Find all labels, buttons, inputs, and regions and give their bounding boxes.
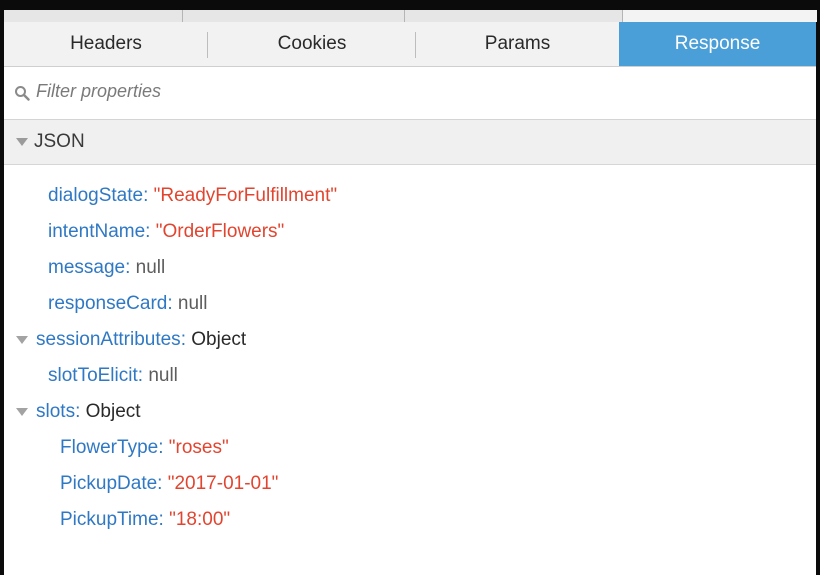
- tab-headers[interactable]: Headers: [4, 22, 208, 66]
- row-content: PickupTime: "18:00": [60, 509, 230, 531]
- tab-params[interactable]: Params: [416, 22, 619, 66]
- section-title: JSON: [34, 131, 85, 152]
- tab-label: Params: [484, 33, 551, 54]
- row-content: slotToElicit: null: [48, 365, 178, 387]
- strip-divider: [404, 10, 405, 22]
- property-value: null: [177, 293, 208, 314]
- property-key: intentName: [48, 221, 146, 242]
- row-content: slots: Object: [36, 401, 141, 423]
- property-key: slots: [36, 401, 76, 422]
- key-colon: :: [180, 329, 192, 350]
- strip-divider: [182, 10, 183, 22]
- property-key: message: [48, 257, 126, 278]
- response-panel: Headers Cookies Params Response Filter p…: [4, 10, 817, 575]
- window-frame: Headers Cookies Params Response Filter p…: [0, 0, 820, 575]
- strip-active-segment: [622, 10, 817, 22]
- property-value: "roses": [168, 437, 229, 458]
- row-content: FlowerType: "roses": [60, 437, 229, 459]
- property-value: "2017-01-01": [167, 473, 279, 494]
- property-key: responseCard: [48, 293, 168, 314]
- expand-triangle-icon[interactable]: [16, 336, 28, 344]
- property-key: PickupDate: [60, 473, 158, 494]
- expand-triangle-icon[interactable]: [16, 138, 28, 146]
- property-value: "18:00": [169, 509, 231, 530]
- tab-label: Headers: [70, 33, 142, 54]
- property-key: sessionAttributes: [36, 329, 181, 350]
- tab-label: Response: [674, 33, 761, 54]
- property-key: slotToElicit: [48, 365, 138, 386]
- property-key: dialogState: [48, 185, 144, 206]
- property-value: Object: [191, 329, 247, 350]
- key-colon: :: [158, 437, 169, 458]
- property-value: null: [135, 257, 166, 278]
- property-value: "OrderFlowers": [155, 221, 285, 242]
- row-content: responseCard: null: [48, 293, 207, 315]
- row-content: dialogState: "ReadyForFulfillment": [48, 185, 337, 207]
- tab-bar: Headers Cookies Params Response: [4, 22, 816, 67]
- json-section-header[interactable]: JSON: [4, 120, 816, 165]
- property-key: FlowerType: [60, 437, 159, 458]
- tab-response[interactable]: Response: [619, 22, 816, 66]
- row-content: message: null: [48, 257, 165, 279]
- key-colon: :: [167, 293, 178, 314]
- property-value: null: [148, 365, 178, 386]
- property-value: "ReadyForFulfillment": [153, 185, 338, 206]
- expand-triangle-icon[interactable]: [16, 408, 28, 416]
- key-colon: :: [137, 365, 149, 386]
- key-colon: :: [75, 401, 86, 422]
- property-key: PickupTime: [60, 509, 159, 530]
- tab-label: Cookies: [277, 33, 347, 54]
- filter-properties-input[interactable]: Filter properties: [4, 67, 816, 120]
- row-content: sessionAttributes: Object: [36, 329, 246, 351]
- key-colon: :: [143, 185, 154, 206]
- key-colon: :: [157, 473, 168, 494]
- key-colon: :: [158, 509, 170, 530]
- row-content: intentName: "OrderFlowers": [48, 221, 284, 243]
- search-icon: [15, 86, 30, 101]
- property-value: Object: [85, 401, 141, 422]
- filter-placeholder: Filter properties: [36, 81, 162, 101]
- key-colon: :: [145, 221, 156, 242]
- tab-cookies[interactable]: Cookies: [208, 22, 416, 66]
- key-colon: :: [125, 257, 136, 278]
- row-content: PickupDate: "2017-01-01": [60, 473, 278, 495]
